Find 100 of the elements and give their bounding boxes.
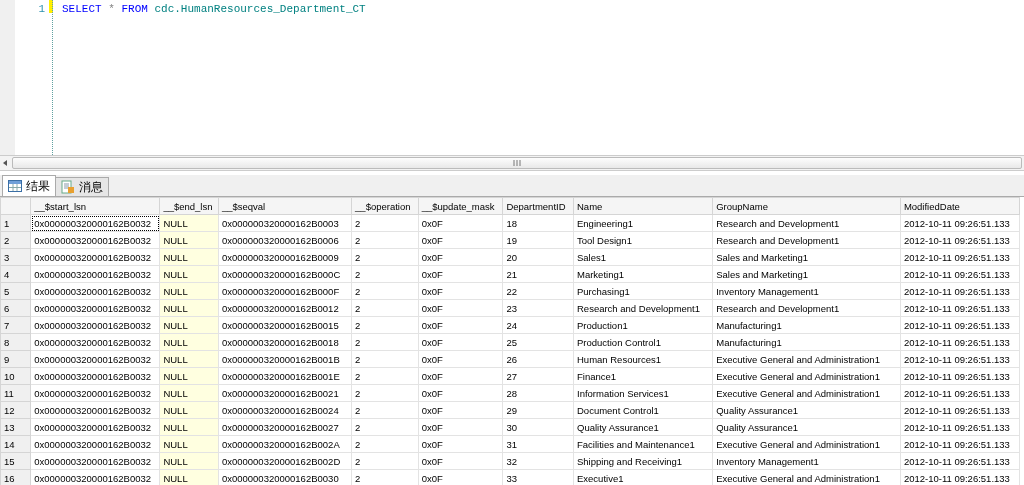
table-cell: Human Resources1 (573, 350, 713, 368)
table-cell: 0x0F (418, 418, 503, 436)
table-cell: 0x000000320000162B0032 (30, 282, 160, 300)
table-cell: Document Control1 (573, 401, 713, 419)
table-cell: 0x0F (418, 299, 503, 317)
table-cell: 0x0F (418, 367, 503, 385)
table-cell: Research and Development1 (712, 214, 901, 232)
table-cell: Manufacturing1 (712, 333, 901, 351)
table-cell: 0x000000320000162B0032 (30, 367, 160, 385)
table-cell: 2012-10-11 09:26:51.133 (900, 299, 1020, 317)
table-cell: 2012-10-11 09:26:51.133 (900, 350, 1020, 368)
table-cell: 24 (502, 316, 574, 334)
column-header[interactable]: __$end_lsn (159, 197, 219, 215)
table-cell: Quality Assurance1 (573, 418, 713, 436)
table-cell: 2 (351, 214, 419, 232)
table-cell: Executive General and Administration1 (712, 367, 901, 385)
table-cell: Sales and Marketing1 (712, 265, 901, 283)
table-cell: Research and Development1 (573, 299, 713, 317)
table-cell: Sales and Marketing1 (712, 248, 901, 266)
table-cell: 0x0F (418, 384, 503, 402)
table-cell: 29 (502, 401, 574, 419)
table-cell: 0x000000320000162B0032 (30, 350, 160, 368)
table-cell: 0x0F (418, 282, 503, 300)
table-cell: 2012-10-11 09:26:51.133 (900, 214, 1020, 232)
table-cell: 0x000000320000162B0032 (30, 452, 160, 470)
table-cell: Inventory Management1 (712, 282, 901, 300)
table-cell: Manufacturing1 (712, 316, 901, 334)
table-cell: 0x0F (418, 401, 503, 419)
table-cell: Quality Assurance1 (712, 401, 901, 419)
table-cell: 0x0F (418, 248, 503, 266)
table-cell: 0x000000320000162B0032 (30, 214, 160, 232)
table-cell: Executive General and Administration1 (712, 435, 901, 453)
column-header[interactable]: __$operation (351, 197, 419, 215)
table-cell: 0x0F (418, 231, 503, 249)
table-cell: 0x000000320000162B0027 (218, 418, 352, 436)
table-cell: 0x000000320000162B0032 (30, 401, 160, 419)
table-cell: Quality Assurance1 (712, 418, 901, 436)
table-cell: 2012-10-11 09:26:51.133 (900, 231, 1020, 249)
table-cell: 26 (502, 350, 574, 368)
table-cell: 0x000000320000162B001B (218, 350, 352, 368)
table-cell: 0x000000320000162B0006 (218, 231, 352, 249)
table-cell: 2012-10-11 09:26:51.133 (900, 316, 1020, 334)
table-cell: 2 (351, 367, 419, 385)
table-cell: Executive General and Administration1 (712, 350, 901, 368)
table-cell: 2012-10-11 09:26:51.133 (900, 435, 1020, 453)
column-header[interactable]: GroupName (712, 197, 901, 215)
table-cell: Sales1 (573, 248, 713, 266)
table-cell: 2 (351, 316, 419, 334)
table-cell: 2012-10-11 09:26:51.133 (900, 265, 1020, 283)
table-cell: 2012-10-11 09:26:51.133 (900, 333, 1020, 351)
table-cell: 0x000000320000162B0018 (218, 333, 352, 351)
column-header[interactable]: __$seqval (218, 197, 352, 215)
column-header[interactable]: DepartmentID (502, 197, 574, 215)
table-cell: 0x000000320000162B002D (218, 452, 352, 470)
table-cell: 0x000000320000162B0003 (218, 214, 352, 232)
column-header[interactable]: ModifiedDate (900, 197, 1020, 215)
table-cell: 0x000000320000162B0032 (30, 418, 160, 436)
table-cell: 0x000000320000162B002A (218, 435, 352, 453)
table-cell: 31 (502, 435, 574, 453)
table-cell: 18 (502, 214, 574, 232)
table-cell: 0x000000320000162B0032 (30, 435, 160, 453)
table-cell: Shipping and Receiving1 (573, 452, 713, 470)
table-cell: 0x0F (418, 435, 503, 453)
table-cell: Research and Development1 (712, 231, 901, 249)
table-cell: 2012-10-11 09:26:51.133 (900, 248, 1020, 266)
table-cell: 21 (502, 265, 574, 283)
column-header[interactable]: Name (573, 197, 713, 215)
table-cell: 0x000000320000162B0015 (218, 316, 352, 334)
column-header[interactable]: __$update_mask (418, 197, 503, 215)
table-cell: 0x000000320000162B001E (218, 367, 352, 385)
table-cell: 0x0F (418, 452, 503, 470)
table-cell: 0x0F (418, 316, 503, 334)
table-cell: 2 (351, 350, 419, 368)
table-cell: 2 (351, 401, 419, 419)
table-cell: 0x000000320000162B0032 (30, 248, 160, 266)
table-cell: 0x000000320000162B0032 (30, 384, 160, 402)
results-tab[interactable]: 结果 (2, 175, 56, 196)
table-cell: Marketing1 (573, 265, 713, 283)
column-header[interactable]: __$start_lsn (30, 197, 160, 215)
table-cell: 0x0F (418, 350, 503, 368)
table-cell: Tool Design1 (573, 231, 713, 249)
table-cell: 2 (351, 384, 419, 402)
table-cell: 30 (502, 418, 574, 436)
table-cell: 0x000000320000162B0032 (30, 265, 160, 283)
table-cell: 0x0F (418, 214, 503, 232)
table-cell: 0x000000320000162B0024 (218, 401, 352, 419)
table-cell: 2 (351, 248, 419, 266)
table-cell: 0x000000320000162B0032 (30, 231, 160, 249)
results-tab[interactable]: 消息 (55, 177, 109, 196)
table-cell: 25 (502, 333, 574, 351)
table-cell: 0x0F (418, 265, 503, 283)
table-cell: 0x000000320000162B000F (218, 282, 352, 300)
table-cell: Production1 (573, 316, 713, 334)
table-cell: 2 (351, 231, 419, 249)
table-cell: 22 (502, 282, 574, 300)
table-cell: Inventory Management1 (712, 452, 901, 470)
table-cell: 28 (502, 384, 574, 402)
table-cell: 2012-10-11 09:26:51.133 (900, 452, 1020, 470)
table-cell: 19 (502, 231, 574, 249)
table-cell: 0x000000320000162B0032 (30, 316, 160, 334)
